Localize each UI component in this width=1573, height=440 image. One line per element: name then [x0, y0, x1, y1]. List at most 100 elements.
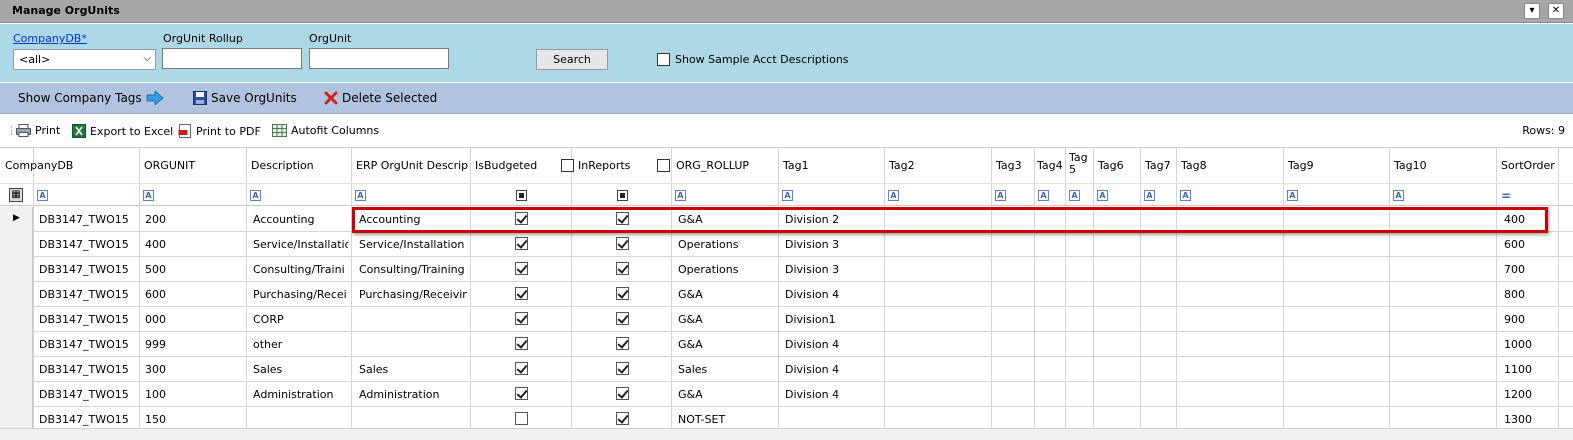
cell-companydb[interactable]: DB3147_TWO15 — [39, 413, 137, 426]
col-header-isbudgeted[interactable]: IsBudgeted — [470, 148, 574, 183]
close-icon[interactable]: ✕ — [1548, 3, 1564, 19]
cell-erp-descrip[interactable]: Accounting — [359, 213, 467, 226]
cell-orgunit[interactable]: 400 — [145, 238, 243, 251]
filter-text-icon[interactable]: A — [995, 190, 1006, 201]
show-sample-checkbox[interactable] — [657, 53, 670, 66]
cell-tag1[interactable]: Division 3 — [785, 238, 881, 251]
col-header-tag1[interactable]: Tag1 — [778, 148, 884, 183]
rollup-input[interactable] — [162, 48, 302, 69]
cell-orgunit[interactable]: 300 — [145, 363, 243, 376]
cell-sortorder[interactable]: 800 — [1504, 288, 1554, 301]
cell-sortorder[interactable]: 900 — [1504, 313, 1554, 326]
filter-text-icon[interactable]: A — [1180, 190, 1191, 201]
cell-description[interactable]: Accounting — [253, 213, 348, 226]
filter-text-icon[interactable]: A — [675, 190, 686, 201]
isbudgeted-checkbox[interactable] — [515, 312, 528, 325]
cell-org-rollup[interactable]: G&A — [678, 338, 774, 351]
row-selector[interactable] — [0, 332, 33, 357]
filter-clear-icon[interactable]: ▦ — [9, 188, 23, 202]
cell-org-rollup[interactable]: Operations — [678, 263, 774, 276]
cell-sortorder[interactable]: 1200 — [1504, 388, 1554, 401]
row-selector[interactable] — [0, 357, 33, 382]
filter-text-icon[interactable]: A — [1069, 190, 1080, 201]
cell-companydb[interactable]: DB3147_TWO15 — [39, 288, 137, 301]
inreports-checkbox[interactable] — [616, 412, 629, 425]
cell-tag1[interactable]: Division 4 — [785, 388, 881, 401]
row-selector[interactable] — [0, 232, 33, 257]
col-header-inreports[interactable]: InReports — [571, 148, 671, 183]
col-header-tag8[interactable]: Tag8 — [1176, 148, 1283, 183]
show-company-tags-button[interactable]: Show Company Tags — [18, 91, 164, 105]
cell-description[interactable]: Service/Installatio — [253, 238, 348, 251]
export-excel-button[interactable]: Export to Excel — [72, 124, 173, 138]
col-header-tag4[interactable]: Tag4 — [1034, 148, 1065, 183]
companydb-select[interactable]: <all> ⌵ — [13, 49, 156, 70]
inreports-checkbox[interactable] — [616, 362, 629, 375]
cell-description[interactable]: other — [253, 338, 348, 351]
col-header-tag5[interactable]: Tag 5 — [1065, 148, 1093, 183]
inreports-checkbox[interactable] — [616, 212, 629, 225]
cell-sortorder[interactable]: 1100 — [1504, 363, 1554, 376]
row-selector[interactable] — [0, 382, 33, 407]
filter-text-icon[interactable]: A — [143, 190, 154, 201]
companydb-link[interactable]: CompanyDB* — [13, 32, 87, 45]
cell-org-rollup[interactable]: Operations — [678, 238, 774, 251]
filter-checkbox-icon[interactable] — [516, 190, 527, 201]
filter-text-icon[interactable]: A — [1097, 190, 1108, 201]
filter-text-icon[interactable]: A — [1287, 190, 1298, 201]
inreports-header-checkbox[interactable] — [657, 159, 670, 172]
col-header-companydb[interactable]: CompanyDB — [0, 148, 139, 183]
filter-text-icon[interactable]: A — [888, 190, 899, 201]
cell-companydb[interactable]: DB3147_TWO15 — [39, 363, 137, 376]
filter-text-icon[interactable]: A — [1038, 190, 1049, 201]
table-row[interactable]: DB3147_TWO15 300 Sales Sales Sales Division 4… — [0, 357, 1573, 382]
table-row[interactable]: DB3147_TWO15 999 other G&A Division 4 1000 — [0, 332, 1573, 357]
cell-org-rollup[interactable]: G&A — [678, 313, 774, 326]
table-row[interactable]: DB3147_TWO15 500 Consulting/Traini Consulti… — [0, 257, 1573, 282]
col-header-orgunit[interactable]: ORGUNIT — [139, 148, 246, 183]
filter-text-icon[interactable]: A — [1393, 190, 1404, 201]
cell-tag1[interactable]: Division 4 — [785, 363, 881, 376]
cell-companydb[interactable]: DB3147_TWO15 — [39, 388, 137, 401]
filter-text-icon[interactable]: A — [355, 190, 366, 201]
search-button[interactable]: Search — [536, 49, 608, 70]
cell-orgunit[interactable]: 999 — [145, 338, 243, 351]
cell-erp-descrip[interactable]: Consulting/Training — [359, 263, 467, 276]
cell-companydb[interactable]: DB3147_TWO15 — [39, 238, 137, 251]
delete-selected-button[interactable]: Delete Selected — [324, 91, 437, 105]
inreports-checkbox[interactable] — [616, 237, 629, 250]
autofit-columns-button[interactable]: Autofit Columns — [272, 124, 379, 137]
inreports-checkbox[interactable] — [616, 287, 629, 300]
inreports-checkbox[interactable] — [616, 312, 629, 325]
cell-tag1[interactable]: Division 3 — [785, 263, 881, 276]
filter-text-icon[interactable]: A — [37, 190, 48, 201]
print-button[interactable]: Print — [16, 124, 60, 137]
col-header-tag3[interactable]: Tag3 — [991, 148, 1034, 183]
cell-erp-descrip[interactable]: Sales — [359, 363, 467, 376]
row-selector[interactable] — [0, 282, 33, 307]
row-selector[interactable] — [0, 307, 33, 332]
table-row[interactable]: DB3147_TWO15 600 Purchasing/Recei Purchasin… — [0, 282, 1573, 307]
print-pdf-button[interactable]: Print to PDF — [178, 124, 261, 138]
cell-description[interactable]: Consulting/Traini — [253, 263, 348, 276]
col-header-tag7[interactable]: Tag7 — [1140, 148, 1176, 183]
col-header-description[interactable]: Description — [246, 148, 351, 183]
horizontal-scrollbar[interactable] — [0, 428, 1573, 440]
table-row[interactable]: DB3147_TWO15 000 CORP G&A Division1 900 — [0, 307, 1573, 332]
save-orgunits-button[interactable]: Save OrgUnits — [193, 91, 297, 105]
cell-companydb[interactable]: DB3147_TWO15 — [39, 313, 137, 326]
col-header-sortorder[interactable]: SortOrder — [1496, 148, 1558, 183]
filter-checkbox-icon[interactable] — [617, 190, 628, 201]
cell-org-rollup[interactable]: G&A — [678, 388, 774, 401]
cell-sortorder[interactable]: 1300 — [1504, 413, 1554, 426]
isbudgeted-checkbox[interactable] — [515, 262, 528, 275]
cell-org-rollup[interactable]: NOT-SET — [678, 413, 774, 426]
isbudgeted-checkbox[interactable] — [515, 287, 528, 300]
isbudgeted-checkbox[interactable] — [515, 412, 528, 425]
filter-text-icon[interactable]: A — [782, 190, 793, 201]
cell-description[interactable]: Sales — [253, 363, 348, 376]
col-header-tag2[interactable]: Tag2 — [884, 148, 991, 183]
cell-orgunit[interactable]: 100 — [145, 388, 243, 401]
row-selector[interactable] — [0, 257, 33, 282]
inreports-checkbox[interactable] — [616, 387, 629, 400]
